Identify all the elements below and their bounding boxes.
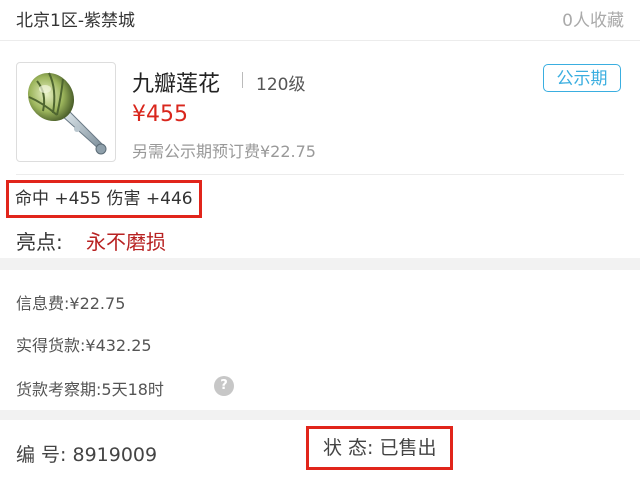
reserve-fee-note: 另需公示期预订费¥22.75 — [132, 142, 316, 161]
actual-payment: 实得货款:¥432.25 — [16, 336, 152, 355]
help-icon[interactable]: ? — [214, 376, 234, 396]
divider — [0, 40, 640, 41]
info-fee: 信息费:¥22.75 — [16, 294, 126, 313]
fee-card: 信息费:¥22.75 实得货款:¥432.25 货款考察期:5天18时 — [0, 270, 640, 410]
serial-number: 编 号: 8919009 — [16, 444, 158, 466]
public-period-badge: 公示期 — [543, 64, 621, 92]
item-image[interactable] — [16, 62, 116, 162]
item-level: 120级 — [256, 75, 306, 95]
highlight-label: 亮点: — [16, 230, 63, 254]
divider — [16, 174, 624, 175]
lotus-flower-weapon-icon — [27, 72, 107, 155]
server-name: 北京1区-紫禁城 — [16, 11, 135, 31]
payment-review-period: 货款考察期:5天18时 — [16, 380, 164, 399]
item-card: 北京1区-紫禁城 0人收藏 九瓣莲花 120级 公示期 ¥455 另需公示期预订… — [0, 0, 640, 258]
item-name: 九瓣莲花 — [132, 72, 221, 97]
level-separator — [242, 72, 243, 88]
favorite-count[interactable]: 0人收藏 — [562, 6, 624, 31]
highlight-value: 永不磨损 — [86, 230, 166, 254]
item-price: ¥455 — [132, 102, 188, 127]
item-stats-highlight-box: 命中 +455 伤害 +446 — [6, 180, 202, 218]
sale-status-highlight-box: 状 态: 已售出 — [306, 426, 454, 470]
